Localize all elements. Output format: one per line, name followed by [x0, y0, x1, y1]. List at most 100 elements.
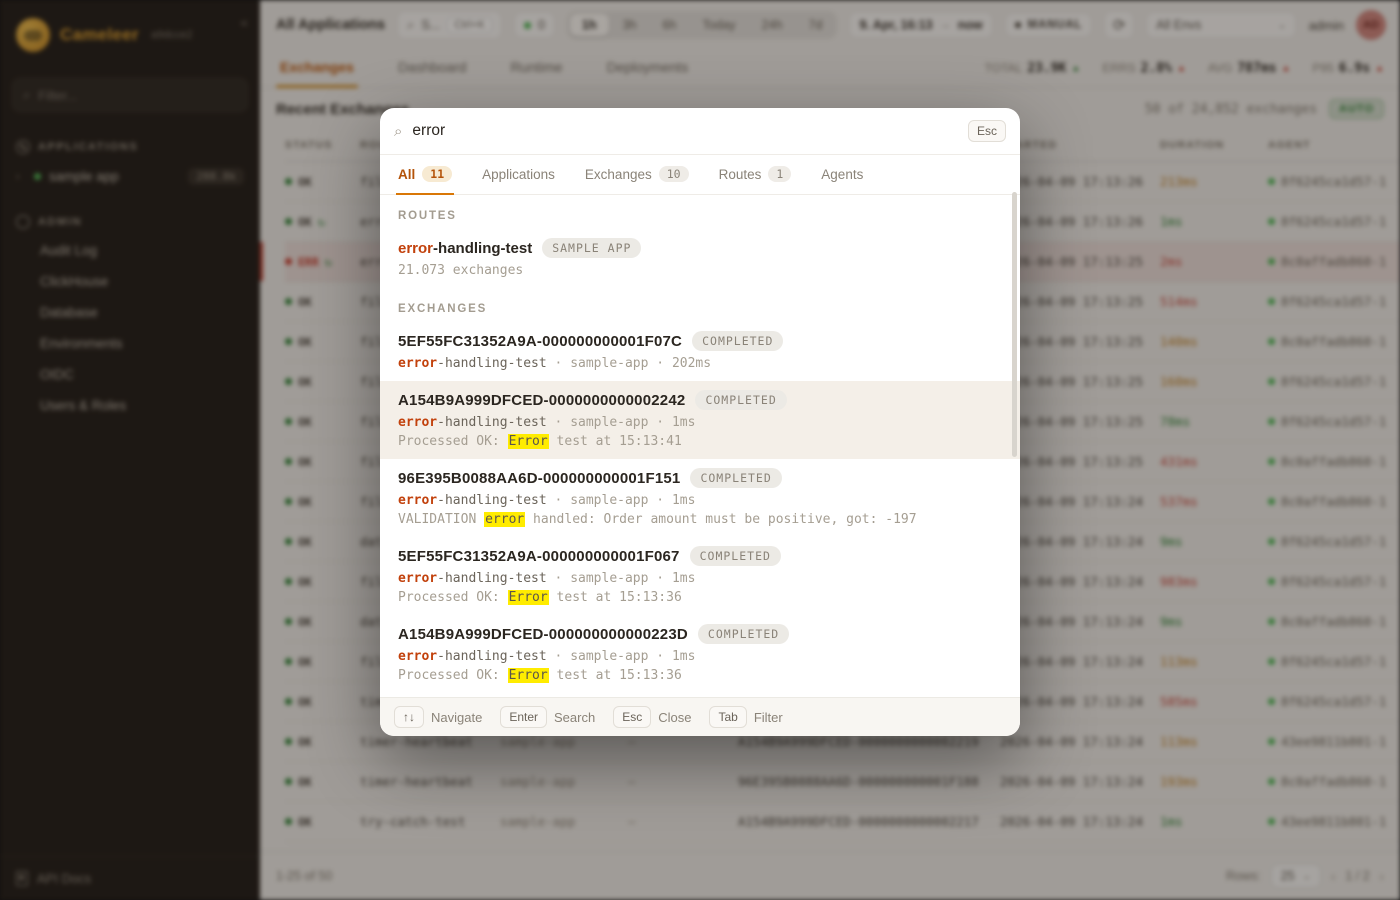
- exchange-result-item[interactable]: 96E395B0088AA6D-000000000001F135COMPLETE…: [380, 693, 1020, 697]
- tab-runtime[interactable]: Runtime: [506, 49, 566, 87]
- hint-label: Navigate: [431, 709, 483, 725]
- status-text: OK: [298, 534, 312, 549]
- esc-kbd[interactable]: Esc: [967, 120, 1006, 142]
- exchange-result-item[interactable]: A154B9A999DFCED-0000000000002242 COMPLETE…: [380, 381, 1020, 459]
- table-row[interactable]: OK try-catch-test sample-app – A154B9A999DFC…: [285, 802, 1400, 842]
- exchange-id: 5EF55FC31352A9A-000000000001F07C: [398, 332, 683, 350]
- range-button-1h[interactable]: 1h: [569, 14, 609, 36]
- mode-dot-icon: [1014, 22, 1021, 28]
- status-dot-icon: [34, 173, 41, 180]
- env-label: All Envs: [1156, 18, 1202, 32]
- duration-cell: 537ms: [1160, 494, 1198, 509]
- env-select[interactable]: All Envs ⌄: [1146, 12, 1297, 38]
- manual-refresh-toggle[interactable]: MANUAL: [1004, 13, 1093, 37]
- next-page-button[interactable]: ›: [1380, 869, 1384, 884]
- column-header[interactable]: STATUS: [285, 139, 360, 151]
- search-shortcut-kbd: Ctrl+K: [447, 17, 492, 33]
- modal-search-input[interactable]: [412, 122, 958, 140]
- stat-avg: AVG 787ms ▲: [1208, 61, 1291, 76]
- status-cell: OK: [285, 495, 360, 509]
- sidebar-item-users-roles[interactable]: Users & Roles: [0, 390, 260, 421]
- range-button-24h[interactable]: 24h: [750, 14, 795, 36]
- column-header[interactable]: AGENT: [1268, 139, 1400, 151]
- range-button-6h[interactable]: 6h: [650, 14, 688, 36]
- sidebar-item-application[interactable]: › sample app 288.8k: [0, 160, 260, 193]
- exchange-result-item[interactable]: 96E395B0088AA6D-000000000001F151 COMPLETE…: [380, 459, 1020, 537]
- from-cell: –: [628, 814, 636, 829]
- exchange-result-item[interactable]: 5EF55FC31352A9A-000000000001F067 COMPLETE…: [380, 537, 1020, 615]
- duration-cell: 1ms: [1160, 214, 1183, 229]
- brand-version: a9dcce2: [150, 29, 193, 41]
- exchange-result-item[interactable]: A154B9A999DFCED-000000000000223D COMPLETE…: [380, 615, 1020, 693]
- duration-cell: 514ms: [1160, 294, 1198, 309]
- sidebar-item-database[interactable]: Database: [0, 297, 260, 328]
- status-text: ERR: [298, 254, 319, 269]
- sidebar-collapse-icon[interactable]: «: [240, 14, 248, 30]
- date-range-pill[interactable]: 9. Apr, 16:13 → now: [849, 12, 993, 38]
- duration-cell: 1ms: [1160, 814, 1183, 829]
- api-docs-link[interactable]: API Docs: [37, 871, 91, 886]
- route-rest: -handling-test: [437, 649, 547, 664]
- started-cell: 2026-04-09 17:13:26: [1000, 214, 1143, 229]
- route-name: error-handling-test: [398, 239, 533, 257]
- auto-badge[interactable]: AUTO: [1329, 99, 1384, 119]
- status-text: OK: [298, 454, 312, 469]
- range-button-7d[interactable]: 7d: [797, 14, 835, 36]
- exchange-id: 5EF55FC31352A9A-000000000001F067: [398, 547, 680, 565]
- agent-dot-icon: [1268, 618, 1275, 625]
- route-result-item[interactable]: error-handling-test SAMPLE APP 21.073 exch…: [380, 229, 1020, 288]
- modal-tab-agents[interactable]: Agents: [819, 156, 865, 194]
- tab-exchanges[interactable]: Exchanges: [276, 49, 358, 88]
- sidebar-item-audit-log[interactable]: Audit Log: [0, 235, 260, 266]
- status-cell: OK: [285, 175, 360, 189]
- column-header[interactable]: STARTED: [1000, 139, 1160, 151]
- range-button-today[interactable]: Today: [690, 14, 747, 36]
- sidebar-filter[interactable]: ⌕: [12, 78, 248, 112]
- agent-cell: 8f6245ca1d57-1: [1268, 174, 1400, 189]
- modal-scrollbar[interactable]: [1012, 192, 1017, 457]
- route-match: error: [398, 649, 438, 664]
- started-cell: 2026-04-09 17:13:26: [1000, 174, 1143, 189]
- status-dot-icon: [285, 778, 292, 785]
- status-text: OK: [298, 814, 312, 829]
- agent-cell: 8f6245ca1d57-1: [1268, 534, 1400, 549]
- footer-hint-filter: Tab Filter: [709, 706, 783, 728]
- started-cell: 2026-04-09 17:13:25: [1000, 454, 1143, 469]
- rows-per-page-select[interactable]: 25 ⌄: [1270, 864, 1321, 888]
- agent-id: 8f6245ca1d57-1: [1281, 654, 1387, 669]
- avatar[interactable]: AD: [1356, 10, 1386, 40]
- status-text: OK: [298, 654, 312, 669]
- routes-section-label: ROUTES: [398, 210, 457, 222]
- sidebar-item-clickhouse[interactable]: ClickHouse: [0, 266, 260, 297]
- modal-tab-exchanges[interactable]: Exchanges 10: [583, 155, 691, 194]
- column-header[interactable]: DURATION: [1160, 139, 1268, 151]
- exchange-meta: error-handling-test · sample-app · 1ms: [398, 649, 696, 664]
- modal-tab-label: Agents: [821, 166, 864, 182]
- sidebar-footer[interactable]: API Docs: [0, 856, 260, 900]
- live-count-pill[interactable]: 0: [513, 12, 555, 38]
- agent-id: 8f6245ca1d57-1: [1281, 294, 1387, 309]
- route-cell: timer-heartbeat: [360, 774, 473, 789]
- live-count: 0: [537, 18, 545, 32]
- sidebar-item-environments[interactable]: Environments: [0, 328, 260, 359]
- stat-label: P95: [1312, 61, 1334, 75]
- global-search-button[interactable]: ⌕ S... Ctrl+K: [397, 11, 502, 39]
- status-text: OK: [298, 174, 312, 189]
- prev-page-button[interactable]: ‹: [1331, 869, 1335, 884]
- range-button-3h[interactable]: 3h: [611, 14, 649, 36]
- route-cell: timer-heartbeat: [360, 734, 473, 749]
- modal-tab-routes[interactable]: Routes 1: [717, 155, 794, 194]
- arrow-icon: →: [939, 19, 951, 31]
- status-cell: OK: [285, 655, 360, 669]
- sidebar-filter-input[interactable]: [38, 87, 237, 103]
- table-row[interactable]: OK timer-heartbeat sample-app – 96E395B0088A…: [285, 762, 1400, 802]
- tab-deployments[interactable]: Deployments: [603, 49, 693, 87]
- status-dot-icon: [285, 498, 292, 505]
- sidebar-item-oidc[interactable]: OIDC: [0, 359, 260, 390]
- modal-tab-all[interactable]: All 11: [396, 155, 455, 195]
- modal-tab-applications[interactable]: Applications: [480, 156, 557, 194]
- exchange-result-item[interactable]: 5EF55FC31352A9A-000000000001F07C COMPLETE…: [380, 322, 1020, 381]
- refresh-button[interactable]: ⟳: [1104, 11, 1135, 39]
- tab-dashboard[interactable]: Dashboard: [394, 49, 471, 87]
- started-cell: 2026-04-09 17:13:24: [1000, 774, 1143, 789]
